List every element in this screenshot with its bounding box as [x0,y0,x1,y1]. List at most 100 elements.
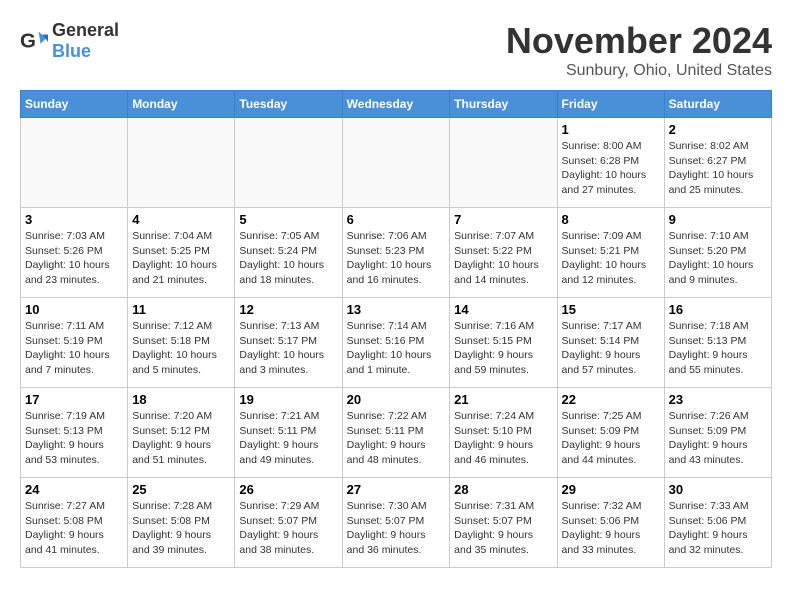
weekday-header-thursday: Thursday [450,91,557,118]
day-number: 10 [25,302,123,317]
day-number: 12 [239,302,337,317]
calendar-cell: 21 Sunrise: 7:24 AM Sunset: 5:10 PM Dayli… [450,388,557,478]
day-info: Sunrise: 7:28 AM Sunset: 5:08 PM Dayligh… [132,499,230,558]
day-number: 19 [239,392,337,407]
day-number: 13 [347,302,446,317]
calendar-cell: 5 Sunrise: 7:05 AM Sunset: 5:24 PM Daylig… [235,208,342,298]
weekday-header-wednesday: Wednesday [342,91,450,118]
day-number: 7 [454,212,552,227]
calendar-cell [21,118,128,208]
day-number: 4 [132,212,230,227]
day-number: 16 [669,302,767,317]
calendar-cell: 8 Sunrise: 7:09 AM Sunset: 5:21 PM Daylig… [557,208,664,298]
calendar-cell: 1 Sunrise: 8:00 AM Sunset: 6:28 PM Daylig… [557,118,664,208]
calendar-cell: 17 Sunrise: 7:19 AM Sunset: 5:13 PM Dayli… [21,388,128,478]
day-info: Sunrise: 7:25 AM Sunset: 5:09 PM Dayligh… [562,409,660,468]
day-number: 8 [562,212,660,227]
week-row-3: 17 Sunrise: 7:19 AM Sunset: 5:13 PM Dayli… [21,388,772,478]
day-info: Sunrise: 7:18 AM Sunset: 5:13 PM Dayligh… [669,319,767,378]
calendar-cell: 10 Sunrise: 7:11 AM Sunset: 5:19 PM Dayli… [21,298,128,388]
week-row-1: 3Sunrise: 7:03 AM Sunset: 5:26 PM Daylig… [21,208,772,298]
day-number: 20 [347,392,446,407]
calendar-cell: 12Sunrise: 7:13 AM Sunset: 5:17 PM Dayli… [235,298,342,388]
week-row-0: 1 Sunrise: 8:00 AM Sunset: 6:28 PM Daylig… [21,118,772,208]
day-number: 29 [562,482,660,497]
weekday-header-sunday: Sunday [21,91,128,118]
calendar-cell: 26 Sunrise: 7:29 AM Sunset: 5:07 PM Dayli… [235,478,342,568]
day-number: 3 [25,212,123,227]
day-info: Sunrise: 7:05 AM Sunset: 5:24 PM Dayligh… [239,229,337,288]
calendar-cell: 20 Sunrise: 7:22 AM Sunset: 5:11 PM Dayli… [342,388,450,478]
day-info: Sunrise: 7:31 AM Sunset: 5:07 PM Dayligh… [454,499,552,558]
day-info: Sunrise: 7:10 AM Sunset: 5:20 PM Dayligh… [669,229,767,288]
day-info: Sunrise: 7:22 AM Sunset: 5:11 PM Dayligh… [347,409,446,468]
day-info: Sunrise: 7:21 AM Sunset: 5:11 PM Dayligh… [239,409,337,468]
day-info: Sunrise: 7:33 AM Sunset: 5:06 PM Dayligh… [669,499,767,558]
day-info: Sunrise: 7:29 AM Sunset: 5:07 PM Dayligh… [239,499,337,558]
day-info: Sunrise: 7:12 AM Sunset: 5:18 PM Dayligh… [132,319,230,378]
calendar-cell: 30 Sunrise: 7:33 AM Sunset: 5:06 PM Dayli… [664,478,771,568]
calendar-cell: 7Sunrise: 7:07 AM Sunset: 5:22 PM Daylig… [450,208,557,298]
day-number: 1 [562,122,660,137]
calendar-cell: 11 Sunrise: 7:12 AM Sunset: 5:18 PM Dayli… [128,298,235,388]
day-info: Sunrise: 7:19 AM Sunset: 5:13 PM Dayligh… [25,409,123,468]
calendar-cell: 4 Sunrise: 7:04 AM Sunset: 5:25 PM Daylig… [128,208,235,298]
day-number: 27 [347,482,446,497]
weekday-header-row: SundayMondayTuesdayWednesdayThursdayFrid… [21,91,772,118]
day-info: Sunrise: 7:24 AM Sunset: 5:10 PM Dayligh… [454,409,552,468]
day-number: 26 [239,482,337,497]
day-number: 24 [25,482,123,497]
calendar-cell: 19 Sunrise: 7:21 AM Sunset: 5:11 PM Dayli… [235,388,342,478]
calendar-cell: 28Sunrise: 7:31 AM Sunset: 5:07 PM Dayli… [450,478,557,568]
day-number: 9 [669,212,767,227]
day-number: 23 [669,392,767,407]
day-number: 17 [25,392,123,407]
calendar-cell: 24 Sunrise: 7:27 AM Sunset: 5:08 PM Dayli… [21,478,128,568]
day-number: 22 [562,392,660,407]
day-info: Sunrise: 7:09 AM Sunset: 5:21 PM Dayligh… [562,229,660,288]
day-number: 2 [669,122,767,137]
day-info: Sunrise: 7:04 AM Sunset: 5:25 PM Dayligh… [132,229,230,288]
week-row-4: 24 Sunrise: 7:27 AM Sunset: 5:08 PM Dayli… [21,478,772,568]
day-info: Sunrise: 7:14 AM Sunset: 5:16 PM Dayligh… [347,319,446,378]
calendar-cell [128,118,235,208]
day-info: Sunrise: 7:26 AM Sunset: 5:09 PM Dayligh… [669,409,767,468]
calendar-cell [342,118,450,208]
day-info: Sunrise: 7:27 AM Sunset: 5:08 PM Dayligh… [25,499,123,558]
calendar-cell: 27 Sunrise: 7:30 AM Sunset: 5:07 PM Dayli… [342,478,450,568]
logo-general: General [52,20,119,40]
calendar-cell [450,118,557,208]
logo-blue: Blue [52,41,91,61]
calendar-cell: 6Sunrise: 7:06 AM Sunset: 5:23 PM Daylig… [342,208,450,298]
day-info: Sunrise: 7:16 AM Sunset: 5:15 PM Dayligh… [454,319,552,378]
location-title: Sunbury, Ohio, United States [506,62,772,80]
day-info: Sunrise: 7:11 AM Sunset: 5:19 PM Dayligh… [25,319,123,378]
calendar-cell: 29 Sunrise: 7:32 AM Sunset: 5:06 PM Dayli… [557,478,664,568]
day-info: Sunrise: 8:00 AM Sunset: 6:28 PM Dayligh… [562,139,660,198]
calendar-cell: 23 Sunrise: 7:26 AM Sunset: 5:09 PM Dayli… [664,388,771,478]
calendar-cell: 15 Sunrise: 7:17 AM Sunset: 5:14 PM Dayli… [557,298,664,388]
day-number: 18 [132,392,230,407]
logo: G General Blue [20,20,119,62]
calendar-cell: 3Sunrise: 7:03 AM Sunset: 5:26 PM Daylig… [21,208,128,298]
day-number: 25 [132,482,230,497]
day-info: Sunrise: 7:17 AM Sunset: 5:14 PM Dayligh… [562,319,660,378]
weekday-header-saturday: Saturday [664,91,771,118]
day-number: 11 [132,302,230,317]
weekday-header-friday: Friday [557,91,664,118]
day-info: Sunrise: 7:32 AM Sunset: 5:06 PM Dayligh… [562,499,660,558]
title-area: November 2024 Sunbury, Ohio, United Stat… [506,20,772,80]
day-number: 30 [669,482,767,497]
weekday-header-tuesday: Tuesday [235,91,342,118]
day-number: 5 [239,212,337,227]
week-row-2: 10 Sunrise: 7:11 AM Sunset: 5:19 PM Dayli… [21,298,772,388]
day-number: 15 [562,302,660,317]
calendar-cell [235,118,342,208]
day-number: 21 [454,392,552,407]
month-title: November 2024 [506,20,772,62]
svg-text:G: G [20,30,36,53]
day-info: Sunrise: 7:30 AM Sunset: 5:07 PM Dayligh… [347,499,446,558]
calendar-cell: 16 Sunrise: 7:18 AM Sunset: 5:13 PM Dayli… [664,298,771,388]
logo-icon: G [20,27,48,55]
calendar-cell: 22 Sunrise: 7:25 AM Sunset: 5:09 PM Dayli… [557,388,664,478]
